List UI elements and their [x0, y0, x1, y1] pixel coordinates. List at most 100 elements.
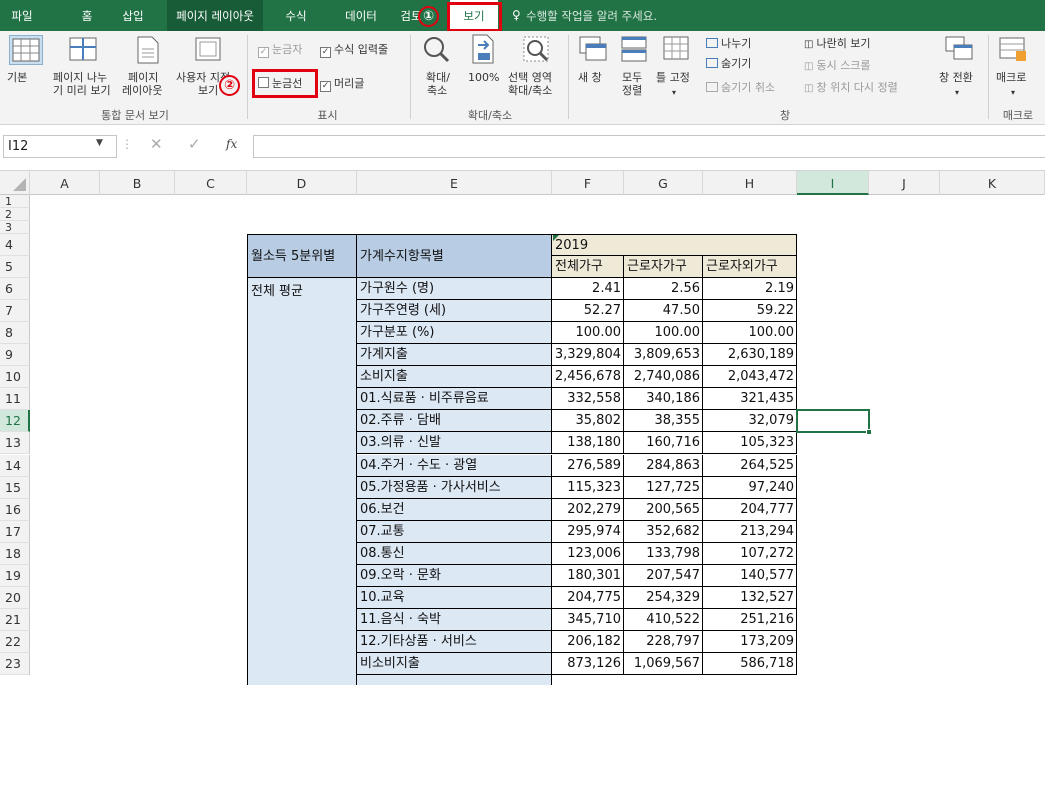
row-header-20[interactable]: 20	[0, 586, 30, 609]
table-cell-non-worker[interactable]: 59.22	[703, 300, 797, 323]
header-income-quintile[interactable]: 월소득 5분위별	[247, 234, 357, 279]
row-header-11[interactable]: 11	[0, 388, 30, 411]
row-header-18[interactable]: 18	[0, 542, 30, 565]
group-label-overall-average[interactable]: 전체 평균	[247, 278, 357, 685]
row-header-13[interactable]: 13	[0, 432, 30, 455]
zoom-label-2[interactable]: 축소	[427, 84, 447, 97]
table-cell-all[interactable]: 332,558	[552, 388, 624, 411]
zoom-label-1[interactable]: 확대/	[426, 71, 450, 84]
freeze-panes-label[interactable]: 틀 고정	[656, 71, 690, 84]
table-row-item[interactable]: 05.가정용품 · 가사서비스	[357, 476, 552, 499]
table-cell-all[interactable]: 2,456,678	[552, 366, 624, 389]
headings-checkbox[interactable]: ✓ 머리글	[320, 77, 364, 92]
table-cell-non-worker[interactable]: 213,294	[703, 520, 797, 543]
column-header-c[interactable]: C	[175, 171, 247, 195]
worksheet-grid[interactable]: ABCDEFGHIJK 1 2 3 4 5 6 7 8 9 10 11 12 13 14 15 16 17 18 1…	[0, 171, 1045, 794]
custom-views-icon[interactable]	[193, 35, 223, 66]
column-header-g[interactable]: G	[624, 171, 703, 195]
tab-insert[interactable]: 삽입	[115, 0, 151, 31]
table-cell-non-worker[interactable]: 264,525	[703, 454, 797, 477]
table-cell-all[interactable]: 206,182	[552, 630, 624, 653]
side-by-side-button[interactable]: ◫ 나란히 보기	[804, 37, 871, 51]
table-cell-non-worker[interactable]: 173,209	[703, 630, 797, 653]
table-row-item[interactable]: 10.교육	[357, 586, 552, 609]
table-cell-non-worker[interactable]: 140,577	[703, 564, 797, 587]
select-all-corner[interactable]	[0, 171, 30, 195]
zoom-selection-label-1[interactable]: 선택 영역	[508, 71, 552, 84]
enter-check-icon[interactable]: ✓	[188, 135, 201, 153]
zoom-selection-icon[interactable]	[522, 35, 552, 68]
header-household-item[interactable]: 가계수지항목별	[357, 234, 552, 279]
macros-label[interactable]: 매크로	[996, 71, 1026, 84]
table-cell-worker[interactable]: 3,809,653	[624, 344, 703, 367]
table-cell-worker[interactable]: 100.00	[624, 322, 703, 345]
table-row-item[interactable]: 01.식료품 · 비주류음료	[357, 388, 552, 411]
row-header-5[interactable]: 5	[0, 256, 30, 279]
row-header-6[interactable]: 6	[0, 278, 30, 301]
column-header-d[interactable]: D	[247, 171, 357, 195]
row-header-17[interactable]: 17	[0, 520, 30, 543]
hide-button[interactable]: 숨기기	[706, 57, 751, 70]
chevron-down-icon[interactable]: ▾	[955, 86, 959, 99]
table-row-item[interactable]: 03.의류 · 신발	[357, 432, 552, 455]
table-cell-all[interactable]: 2.41	[552, 278, 624, 301]
cancel-icon[interactable]: ✕	[150, 135, 163, 153]
table-cell-worker[interactable]: 340,186	[624, 388, 703, 411]
zoom-selection-label-2[interactable]: 확대/축소	[508, 84, 552, 97]
row-header-1[interactable]: 1	[0, 195, 30, 208]
table-cell-worker[interactable]: 352,682	[624, 520, 703, 543]
table-cell-all[interactable]: 100.00	[552, 322, 624, 345]
header-worker-households[interactable]: 근로자가구	[624, 256, 703, 279]
formula-input[interactable]	[253, 135, 1045, 158]
ruler-checkbox[interactable]: ✓ 눈금자	[258, 43, 302, 58]
tab-page-layout[interactable]: 페이지 레이아웃	[167, 0, 263, 31]
row-header-3[interactable]: 3	[0, 221, 30, 234]
column-header-j[interactable]: J	[869, 171, 940, 195]
page-break-label-2[interactable]: 기 미리 보기	[53, 84, 111, 97]
table-cell-all[interactable]: 180,301	[552, 564, 624, 587]
table-cell-all[interactable]: 3,329,804	[552, 344, 624, 367]
table-cell-all[interactable]: 295,974	[552, 520, 624, 543]
new-window-icon[interactable]	[578, 35, 608, 66]
table-cell-worker[interactable]: 200,565	[624, 498, 703, 521]
table-row-item[interactable]: 06.보건	[357, 498, 552, 521]
table-cell-non-worker[interactable]: 204,777	[703, 498, 797, 521]
page-layout-label-1[interactable]: 페이지	[128, 71, 158, 84]
column-header-h[interactable]: H	[703, 171, 797, 195]
tab-data[interactable]: 데이터	[337, 0, 385, 31]
page-break-label-1[interactable]: 페이지 나누	[53, 71, 107, 84]
table-cell-non-worker[interactable]: 100.00	[703, 322, 797, 345]
chevron-down-icon[interactable]: ▼	[96, 138, 103, 148]
row-header-9[interactable]: 9	[0, 344, 30, 367]
chevron-down-icon[interactable]: ▾	[1011, 86, 1015, 99]
table-row-item[interactable]: 소비지출	[357, 366, 552, 389]
row-header-10[interactable]: 10	[0, 366, 30, 389]
table-cell-worker[interactable]: 133,798	[624, 542, 703, 565]
table-cell-worker[interactable]: 2.56	[624, 278, 703, 301]
table-cell-all[interactable]: 276,589	[552, 454, 624, 477]
table-cell-all[interactable]: 138,180	[552, 432, 624, 455]
tell-me-box[interactable]: 수행할 작업을 알려 주세요.	[526, 0, 686, 31]
table-cell-all[interactable]: 204,775	[552, 586, 624, 609]
row-header-21[interactable]: 21	[0, 608, 30, 631]
table-cell-non-worker[interactable]: 97,240	[703, 476, 797, 499]
table-cell-worker[interactable]: 284,863	[624, 454, 703, 477]
table-row-item[interactable]: 09.오락 · 문화	[357, 564, 552, 587]
table-cell-non-worker[interactable]: 251,216	[703, 608, 797, 631]
table-cell-worker[interactable]: 228,797	[624, 630, 703, 653]
custom-views-label-2[interactable]: 보기	[198, 84, 218, 97]
table-row-item[interactable]: 가구원수 (명)	[357, 278, 552, 301]
switch-windows-icon[interactable]	[944, 35, 974, 66]
arrange-all-icon[interactable]	[620, 35, 648, 66]
table-cell-worker[interactable]: 47.50	[624, 300, 703, 323]
table-row-item[interactable]: 비소비지출	[357, 652, 552, 675]
table-cell-worker[interactable]: 207,547	[624, 564, 703, 587]
chevron-down-icon[interactable]: ▾	[672, 86, 676, 99]
tab-file[interactable]: 파일	[2, 0, 42, 31]
sync-scroll-button[interactable]: ◫ 동시 스크롤	[804, 59, 871, 73]
table-cell-all[interactable]: 202,279	[552, 498, 624, 521]
header-non-worker-households[interactable]: 근로자외가구	[703, 256, 797, 279]
table-cell-all[interactable]: 345,710	[552, 608, 624, 631]
row-header-12[interactable]: 12	[0, 410, 30, 433]
formula-bar-checkbox[interactable]: ✓ 수식 입력줄	[320, 43, 388, 58]
